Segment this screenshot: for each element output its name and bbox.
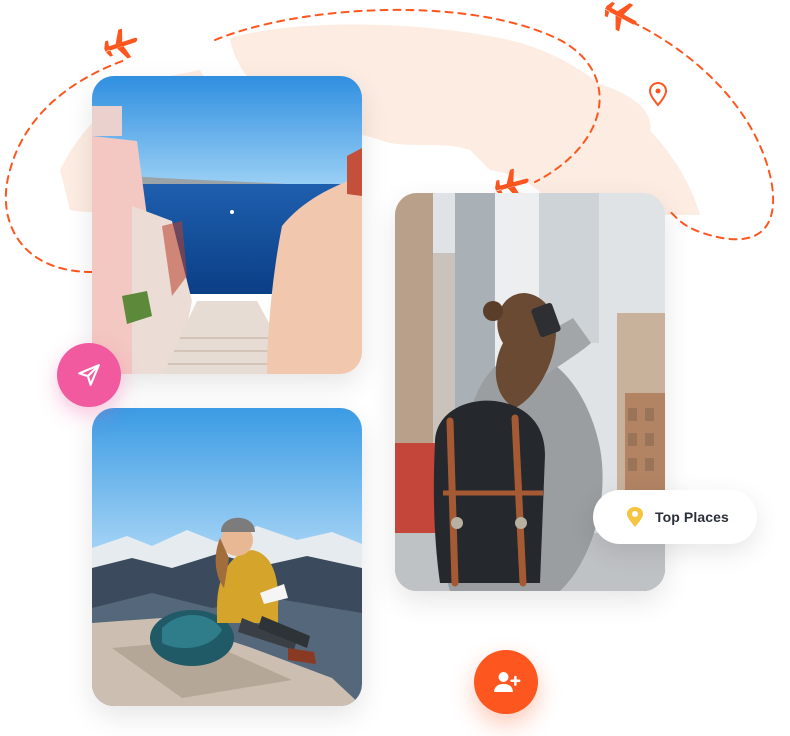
location-pin-icon — [625, 506, 645, 528]
travel-hero-illustration: Top Places — [0, 0, 790, 736]
send-button[interactable] — [57, 343, 121, 407]
add-user-icon — [494, 672, 521, 692]
hiker-sketching-photo — [92, 408, 362, 706]
airplane-icon — [104, 28, 138, 59]
airplane-icon — [604, 1, 637, 32]
add-user-button[interactable] — [474, 650, 538, 714]
top-places-label: Top Places — [655, 509, 729, 525]
santorini-stairs-photo — [92, 76, 362, 374]
top-places-chip[interactable]: Top Places — [593, 490, 757, 544]
send-icon — [78, 364, 100, 386]
location-pin-icon — [648, 81, 668, 107]
